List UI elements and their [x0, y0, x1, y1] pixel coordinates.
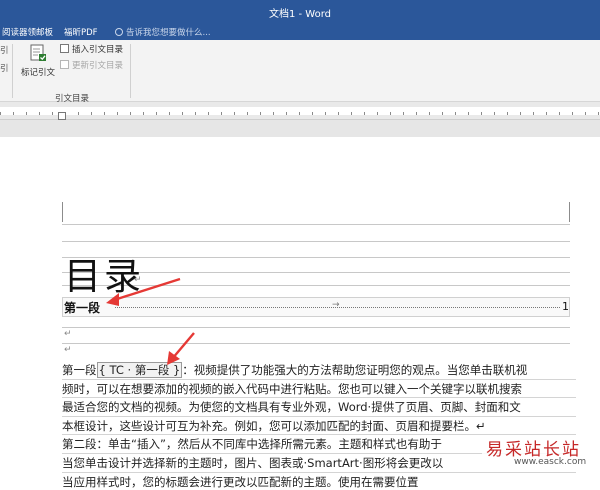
watermark-url: www.easck.com: [514, 457, 587, 467]
watermark: 易采站长站 www.easck.com: [482, 438, 600, 470]
indent-marker[interactable]: [58, 112, 66, 120]
ribbon-tab-row: 阅读器领邮板 福昕PDF 告诉我您想要做什么...: [0, 22, 600, 40]
rule-line: [62, 241, 570, 242]
ruler-scale: [0, 107, 600, 115]
ribbon-fragment-1[interactable]: 引: [0, 44, 9, 56]
para-prefix: 第一段: [62, 363, 97, 377]
toc-entry-text[interactable]: 第一段: [64, 299, 100, 316]
title-bar: 文档1 - Word: [0, 0, 600, 22]
ribbon-fragment-2[interactable]: 引: [0, 62, 9, 74]
body-line: 频时，可以在想要添加的视频的嵌入代码中进行粘贴。您也可以键入一个关键字以联机搜索: [62, 380, 576, 399]
lightbulb-icon: [115, 28, 123, 36]
tell-me-text: 告诉我您想要做什么...: [126, 28, 211, 38]
body-text[interactable]: 第一段{ TC · 第一段 } ：视频提供了功能强大的方法帮助您证明您的观点。当您…: [62, 361, 576, 490]
insert-toa-icon: [60, 44, 69, 53]
crop-mark: [569, 202, 570, 222]
mark-citation-icon: [30, 44, 46, 61]
paragraph-mark: ↵: [64, 329, 72, 339]
crop-mark: [62, 202, 63, 222]
horizontal-ruler[interactable]: [0, 102, 600, 120]
update-toa-button[interactable]: 更新引文目录: [60, 59, 123, 73]
tell-me-box[interactable]: 告诉我您想要做什么...: [115, 26, 211, 38]
insert-toa-button[interactable]: 插入引文目录: [60, 43, 123, 57]
body-line: 当应用样式时，您的标题会进行更改以匹配新的主题。使用在需要位置: [62, 473, 576, 490]
mark-citation-button[interactable]: 标记引文: [18, 43, 58, 83]
body-line-text: ：视频提供了功能强大的方法帮助您证明您的观点。当您单击联机视: [182, 363, 528, 377]
insert-toa-label: 插入引文目录: [72, 45, 124, 55]
update-toa-icon: [60, 60, 69, 69]
window-title: 文档1 - Word: [268, 9, 332, 20]
tab-reader[interactable]: 阅读器领邮板: [2, 26, 53, 38]
annotation-arrow: [106, 277, 181, 306]
group-separator-2: [130, 44, 131, 98]
rule-line: [62, 224, 570, 225]
tab-marker: →: [332, 300, 340, 310]
body-line: 最适合您的文档的视频。为使您的文档具有专业外观，Word·提供了页眉、页脚、封面…: [62, 398, 576, 417]
rule-line: [62, 327, 570, 328]
ribbon: 引 引 标记引文 插入引文目录 更新引文目录 引文目录: [0, 40, 600, 104]
rule-line: [62, 343, 570, 344]
document-canvas: 目录 ↵ 第一段 → 1 ↵ ↵ 第一段{ TC · 第一段 } ：视频提供了功能…: [0, 120, 600, 490]
update-toa-label: 更新引文目录: [72, 61, 124, 71]
paragraph-mark: ↵: [64, 345, 72, 355]
annotation-arrow: [167, 332, 195, 365]
group-separator: [12, 44, 13, 98]
tab-foxit-pdf[interactable]: 福昕PDF: [64, 26, 98, 38]
mark-citation-label: 标记引文: [20, 68, 55, 78]
toc-page-number[interactable]: 1: [562, 300, 569, 313]
body-line: 第一段{ TC · 第一段 } ：视频提供了功能强大的方法帮助您证明您的观点。当您…: [62, 361, 576, 380]
body-line: 本框设计，这些设计可互为补充。例如，您可以添加匹配的封面、页眉和提要栏。↵: [62, 417, 576, 436]
